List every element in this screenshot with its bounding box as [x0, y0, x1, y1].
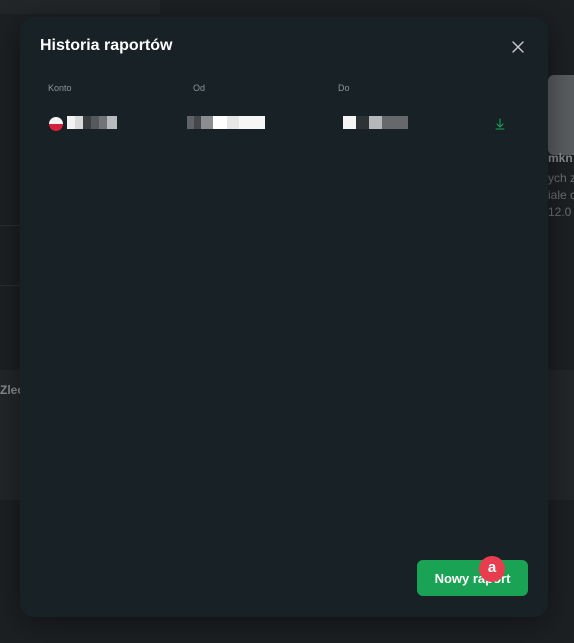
background-divider [0, 225, 20, 226]
new-report-button[interactable]: Nowy raport [417, 560, 528, 596]
account-value-redacted [67, 116, 117, 129]
to-date-redacted [343, 116, 408, 129]
background-text: 12.0 [548, 205, 572, 219]
report-history-modal: Historia raportów Konto Od Do Nowy rapor… [20, 17, 548, 617]
annotation-marker-badge: a [479, 556, 505, 582]
modal-title: Historia raportów [40, 37, 173, 54]
background-section [548, 370, 574, 500]
poland-flag-icon [49, 117, 63, 131]
close-button[interactable] [508, 37, 528, 57]
background-text: iale c [548, 188, 574, 202]
column-header-to: Do [338, 83, 350, 93]
download-icon[interactable] [494, 117, 506, 131]
background-label: Zlec [0, 383, 20, 397]
column-header-account: Konto [48, 83, 72, 93]
background-heading: mkn [548, 151, 573, 165]
table-row [20, 111, 548, 137]
column-header-from: Od [193, 83, 206, 93]
background-top-left-panel [0, 0, 160, 14]
from-date-redacted [187, 116, 265, 129]
close-icon [512, 41, 524, 53]
background-text: ych z [548, 171, 574, 185]
background-divider [0, 285, 20, 286]
background-card-image [548, 75, 574, 155]
